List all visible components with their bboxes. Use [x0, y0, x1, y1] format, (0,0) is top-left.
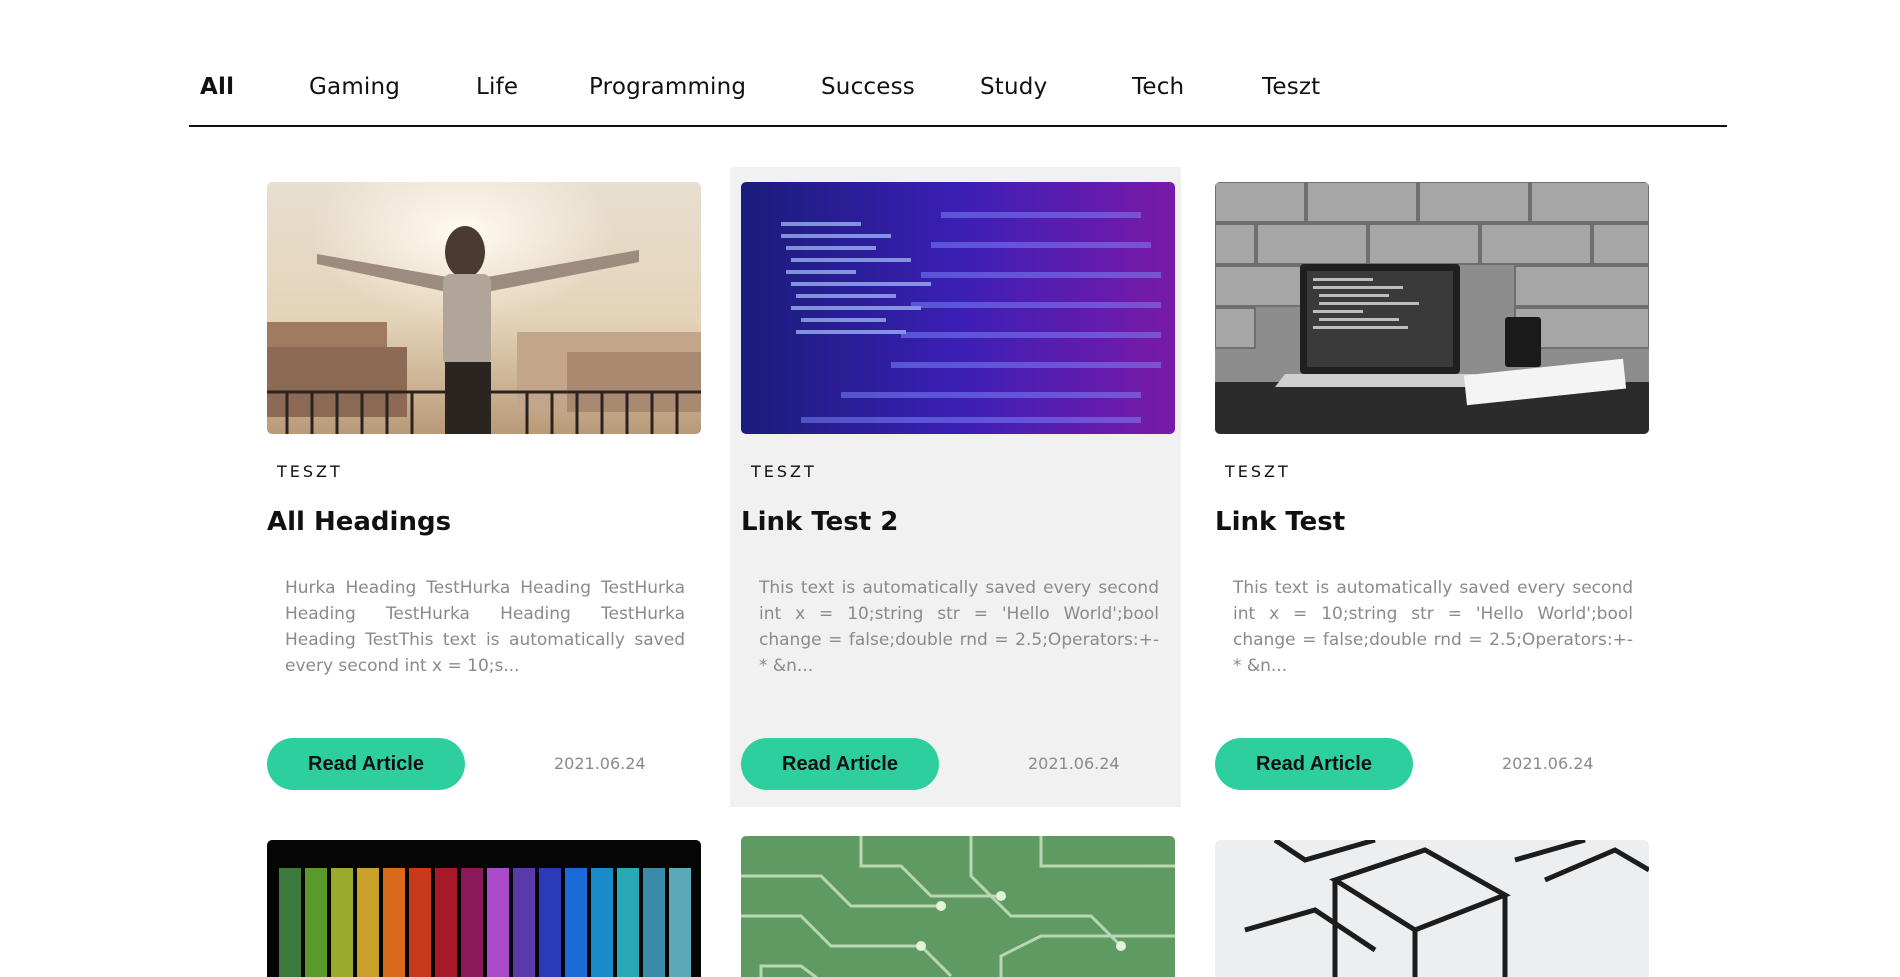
read-article-button[interactable]: Read Article	[267, 738, 465, 790]
article-date: 2021.06.24	[1502, 754, 1594, 773]
article-title[interactable]: Link Test	[1215, 507, 1345, 537]
category-tab-study[interactable]: Study	[980, 74, 1047, 100]
article-excerpt: Hurka Heading TestHurka Heading TestHurk…	[285, 578, 685, 676]
article-date: 2021.06.24	[1028, 754, 1120, 773]
article-image[interactable]	[267, 182, 701, 434]
green-circuit-board-photo	[741, 836, 1175, 977]
article-date: 2021.06.24	[554, 754, 646, 773]
article-tag[interactable]: TESZT	[277, 462, 343, 481]
article-image[interactable]	[267, 840, 701, 977]
article-title[interactable]: Link Test 2	[741, 507, 898, 537]
category-tab-tech[interactable]: Tech	[1132, 74, 1184, 100]
category-tab-gaming[interactable]: Gaming	[309, 74, 400, 100]
purple-code-blur-photo	[741, 182, 1175, 434]
category-tab-teszt[interactable]: Teszt	[1262, 74, 1320, 100]
article-image[interactable]	[1215, 182, 1649, 434]
category-tab-programming[interactable]: Programming	[589, 74, 746, 100]
category-tab-life[interactable]: Life	[476, 74, 518, 100]
article-card: TESZT Link Test 2 This text is automatic…	[730, 167, 1181, 807]
article-tag[interactable]: TESZT	[751, 462, 817, 481]
blog-page: All Gaming Life Programming Success Stud…	[0, 0, 1900, 977]
laptop-brick-wall-photo	[1215, 182, 1649, 434]
article-image[interactable]	[741, 182, 1175, 434]
article-excerpt: This text is automatically saved every s…	[759, 578, 1159, 676]
woman-balcony-sunset-photo	[267, 182, 701, 434]
game-characters-banner-photo	[267, 840, 701, 977]
category-tab-all[interactable]: All	[200, 74, 234, 100]
category-tab-success[interactable]: Success	[821, 74, 915, 100]
article-title[interactable]: All Headings	[267, 507, 451, 537]
wireframe-cubes-photo	[1215, 840, 1649, 977]
category-nav: All Gaming Life Programming Success Stud…	[189, 58, 1727, 127]
article-image[interactable]	[741, 836, 1175, 977]
article-card: TESZT All Headings Hurka Heading TestHur…	[252, 167, 703, 807]
article-tag[interactable]: TESZT	[1225, 462, 1291, 481]
read-article-button[interactable]: Read Article	[741, 738, 939, 790]
article-card: TESZT Link Test This text is automatical…	[1200, 167, 1651, 807]
article-image[interactable]	[1215, 840, 1649, 977]
article-excerpt: This text is automatically saved every s…	[1233, 578, 1633, 676]
read-article-button[interactable]: Read Article	[1215, 738, 1413, 790]
